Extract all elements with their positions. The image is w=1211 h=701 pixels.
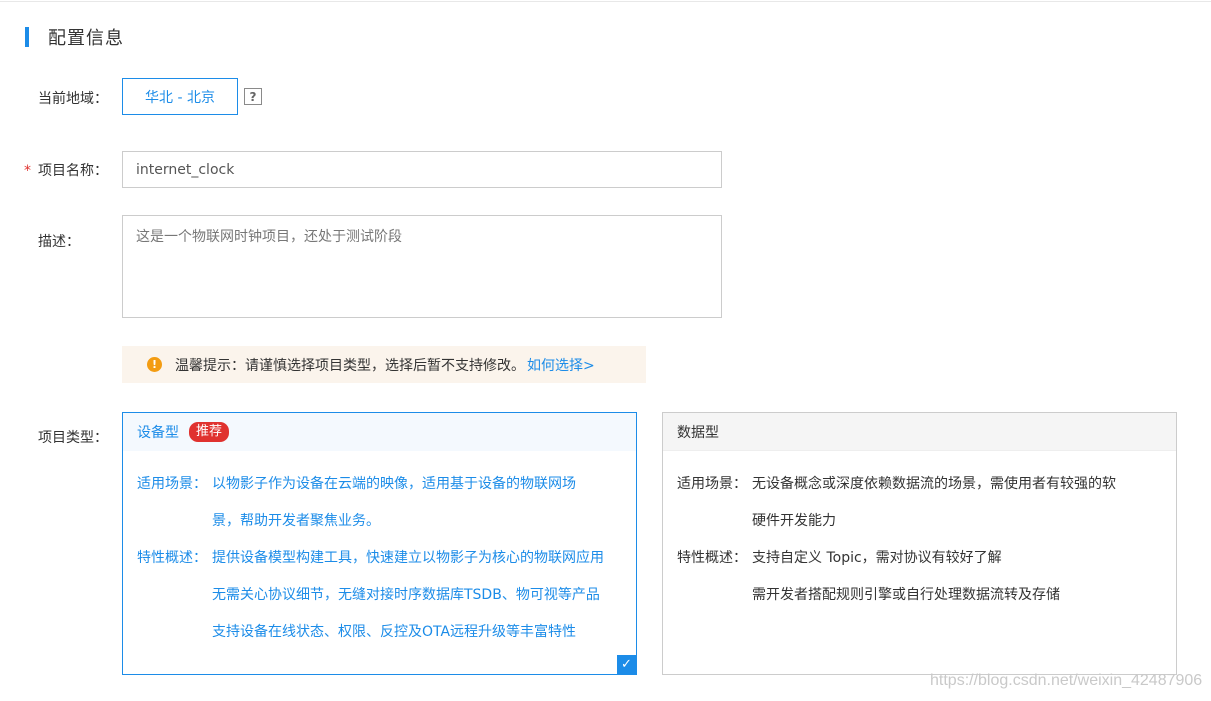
device-scene-line: 景，帮助开发者聚焦业务。 [212, 513, 380, 529]
device-feature-label: 特性概述： [137, 550, 207, 566]
data-scene-label: 适用场景： [677, 476, 747, 492]
project-name-input[interactable] [122, 151, 722, 188]
device-type-card[interactable]: 设备型 推荐 适用场景： 以物影子作为设备在云端的映像，适用基于设备的物联网场 … [122, 412, 637, 675]
region-select-button[interactable]: 华北 - 北京 [122, 78, 238, 115]
data-feature-label: 特性概述： [677, 550, 747, 566]
data-card-title: 数据型 [677, 424, 719, 441]
description-textarea[interactable]: 这是一个物联网时钟项目，还处于测试阶段 [122, 215, 722, 318]
project-name-label: 项目名称： [38, 163, 108, 179]
section-title: 配置信息 [48, 28, 124, 49]
project-type-label: 项目类型： [38, 430, 108, 446]
recommend-badge: 推荐 [189, 422, 230, 442]
help-icon[interactable]: ? [244, 88, 262, 105]
device-scene-line: 以物影子作为设备在云端的映像，适用基于设备的物联网场 [212, 476, 576, 492]
how-to-choose-link[interactable]: 如何选择> [527, 355, 595, 375]
device-feature-line: 提供设备模型构建工具，快速建立以物影子为核心的物联网应用 [212, 550, 604, 566]
selected-check-icon: ✓ [617, 655, 636, 674]
data-scene-line: 硬件开发能力 [752, 513, 836, 529]
warning-tip: ! 温馨提示：请谨慎选择项目类型，选择后暂不支持修改。 如何选择> [122, 346, 646, 383]
data-scene-line: 无设备概念或深度依赖数据流的场景，需使用者有较强的软 [752, 476, 1116, 492]
device-card-header: 设备型 推荐 [123, 413, 636, 451]
tip-text: 温馨提示：请谨慎选择项目类型，选择后暂不支持修改。 [175, 357, 525, 374]
device-scene-label: 适用场景： [137, 476, 207, 492]
device-feature-line: 无需关心协议细节，无缝对接时序数据库TSDB、物可视等产品 [212, 587, 600, 603]
device-card-title: 设备型 [137, 425, 179, 441]
section-header: 配置信息 [25, 26, 124, 49]
watermark: https://blog.csdn.net/weixin_42487906 [930, 672, 1203, 689]
required-mark: * [24, 163, 31, 179]
description-label: 描述： [38, 234, 80, 250]
top-divider [0, 1, 1211, 2]
region-label: 当前地域： [38, 91, 108, 107]
section-accent-bar [25, 27, 29, 47]
data-type-card[interactable]: 数据型 适用场景： 无设备概念或深度依赖数据流的场景，需使用者有较强的软 硬件开… [662, 412, 1177, 675]
device-feature-line: 支持设备在线状态、权限、反控及OTA远程升级等丰富特性 [212, 624, 577, 640]
data-feature-line: 支持自定义 Topic，需对协议有较好了解 [752, 550, 1002, 566]
data-feature-line: 需开发者搭配规则引擎或自行处理数据流转及存储 [752, 587, 1060, 603]
data-card-header: 数据型 [663, 413, 1176, 451]
warning-icon: ! [147, 357, 162, 372]
